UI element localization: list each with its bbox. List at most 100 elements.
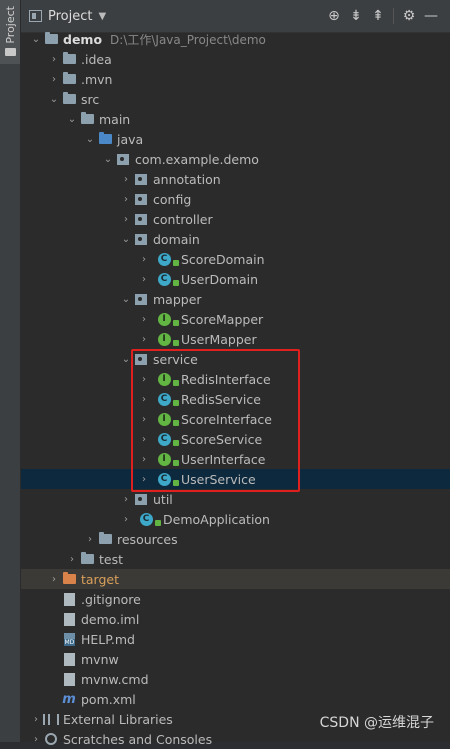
tree-item-label: External Libraries xyxy=(63,711,173,727)
collapsed-chevron-icon[interactable]: › xyxy=(119,194,133,205)
tree-row[interactable]: › C ScoreService xyxy=(21,429,450,449)
tree-row[interactable]: › I UserInterface xyxy=(21,449,450,469)
tree-row[interactable]: ⌄ src xyxy=(21,89,450,109)
tree-row[interactable]: ⌄ service xyxy=(21,349,450,369)
tree-item-label: config xyxy=(153,191,192,207)
tree-row[interactable]: › config xyxy=(21,189,450,209)
tree-row[interactable]: › C ScoreDomain xyxy=(21,249,450,269)
collapsed-chevron-icon[interactable]: › xyxy=(47,574,61,585)
tree-item-label: ScoreService xyxy=(181,431,263,447)
tree-row[interactable]: › util xyxy=(21,489,450,509)
collapsed-chevron-icon[interactable]: › xyxy=(29,734,43,745)
file-icon xyxy=(61,592,77,606)
tree-item-label: UserDomain xyxy=(181,271,258,287)
collapsed-chevron-icon[interactable]: › xyxy=(119,514,133,525)
tree-row[interactable]: m pom.xml xyxy=(21,689,450,709)
collapsed-chevron-icon[interactable]: › xyxy=(65,554,79,565)
file-icon xyxy=(61,652,77,666)
panel-title[interactable]: Project xyxy=(48,9,92,24)
collapsed-chevron-icon[interactable]: › xyxy=(119,214,133,225)
tree-row[interactable]: ⌄ mapper xyxy=(21,289,450,309)
project-panel: Project ▼ ⊕ ⇟ ⇞ ⚙ — ⌄ demo D:\工作\Java_Proj… xyxy=(21,0,450,747)
expanded-chevron-icon[interactable]: ⌄ xyxy=(119,294,133,305)
expanded-chevron-icon[interactable]: ⌄ xyxy=(101,154,115,165)
tree-item-label: ScoreDomain xyxy=(181,251,265,267)
tree-row[interactable]: › C UserService xyxy=(21,469,450,489)
class-icon: C xyxy=(151,272,179,286)
interface-icon: I xyxy=(151,412,179,426)
tree-row[interactable]: ⌄ java xyxy=(21,129,450,149)
project-tool-tab[interactable]: Project xyxy=(0,0,20,64)
collapsed-chevron-icon[interactable]: › xyxy=(137,434,151,445)
tree-row[interactable]: › I ScoreMapper xyxy=(21,309,450,329)
tree-item-label: UserMapper xyxy=(181,331,257,347)
tree-row[interactable]: › C UserDomain xyxy=(21,269,450,289)
tree-item-label: resources xyxy=(117,531,178,547)
tree-row[interactable]: .gitignore xyxy=(21,589,450,609)
collapsed-chevron-icon[interactable]: › xyxy=(137,334,151,345)
tree-row[interactable]: › .mvn xyxy=(21,69,450,89)
expanded-chevron-icon[interactable]: ⌄ xyxy=(29,34,43,45)
collapsed-chevron-icon[interactable]: › xyxy=(83,534,97,545)
excluded-folder-icon xyxy=(61,572,77,586)
markdown-file-icon xyxy=(61,632,77,646)
interface-icon: I xyxy=(151,332,179,346)
tree-item-label: RedisInterface xyxy=(181,371,271,387)
expand-all-icon[interactable]: ⇟ xyxy=(345,8,367,24)
collapsed-chevron-icon[interactable]: › xyxy=(137,254,151,265)
collapsed-chevron-icon[interactable]: › xyxy=(137,414,151,425)
tree-row[interactable]: › I ScoreInterface xyxy=(21,409,450,429)
tree-row[interactable]: › C DemoApplication xyxy=(21,509,450,529)
tree-row[interactable]: ⌄ com.example.demo xyxy=(21,149,450,169)
gear-icon[interactable]: ⚙ xyxy=(398,8,420,24)
collapse-all-icon[interactable]: ⇞ xyxy=(367,8,389,24)
tree-row[interactable]: › I UserMapper xyxy=(21,329,450,349)
tree-row[interactable]: ⌄ main xyxy=(21,109,450,129)
tree-row[interactable]: demo.iml xyxy=(21,609,450,629)
project-view-icon xyxy=(29,10,42,22)
package-icon xyxy=(133,172,149,186)
tree-row[interactable]: ⌄ domain xyxy=(21,229,450,249)
tree-row[interactable]: › controller xyxy=(21,209,450,229)
tree-row[interactable]: › I RedisInterface xyxy=(21,369,450,389)
locate-target-icon[interactable]: ⊕ xyxy=(323,8,345,24)
collapsed-chevron-icon[interactable]: › xyxy=(137,394,151,405)
collapsed-chevron-icon[interactable]: › xyxy=(137,374,151,385)
tree-row[interactable]: mvnw xyxy=(21,649,450,669)
tree-row[interactable]: › target xyxy=(21,569,450,589)
tree-row[interactable]: › Scratches and Consoles xyxy=(21,729,450,749)
minimize-icon[interactable]: — xyxy=(420,8,442,24)
tree-item-label: ScoreMapper xyxy=(181,311,264,327)
header-toolbar: ⊕ ⇟ ⇞ ⚙ — xyxy=(323,8,450,24)
tree-item-label: demo.iml xyxy=(81,611,140,627)
expanded-chevron-icon[interactable]: ⌄ xyxy=(119,354,133,365)
tree-row[interactable]: › .idea xyxy=(21,49,450,69)
tree-item-label: target xyxy=(81,571,120,587)
expanded-chevron-icon[interactable]: ⌄ xyxy=(47,94,61,105)
collapsed-chevron-icon[interactable]: › xyxy=(137,314,151,325)
expanded-chevron-icon[interactable]: ⌄ xyxy=(83,134,97,145)
tree-row[interactable]: ⌄ demo D:\工作\Java_Project\demo xyxy=(21,29,450,49)
folder-icon xyxy=(61,52,77,66)
tree-item-label: test xyxy=(99,551,124,567)
collapsed-chevron-icon[interactable]: › xyxy=(119,174,133,185)
collapsed-chevron-icon[interactable]: › xyxy=(137,454,151,465)
collapsed-chevron-icon[interactable]: › xyxy=(47,54,61,65)
tree-row[interactable]: mvnw.cmd xyxy=(21,669,450,689)
chevron-down-icon[interactable]: ▼ xyxy=(98,11,106,22)
tree-row[interactable]: › resources xyxy=(21,529,450,549)
expanded-chevron-icon[interactable]: ⌄ xyxy=(65,114,79,125)
collapsed-chevron-icon[interactable]: › xyxy=(47,74,61,85)
collapsed-chevron-icon[interactable]: › xyxy=(137,274,151,285)
class-icon: C xyxy=(151,252,179,266)
tree-row[interactable]: › annotation xyxy=(21,169,450,189)
tree-row[interactable]: › C RedisService xyxy=(21,389,450,409)
expanded-chevron-icon[interactable]: ⌄ xyxy=(119,234,133,245)
collapsed-chevron-icon[interactable]: › xyxy=(29,714,43,725)
interface-icon: I xyxy=(151,372,179,386)
tree-row[interactable]: HELP.md xyxy=(21,629,450,649)
collapsed-chevron-icon[interactable]: › xyxy=(137,474,151,485)
collapsed-chevron-icon[interactable]: › xyxy=(119,494,133,505)
tree-row[interactable]: › test xyxy=(21,549,450,569)
tree-item-label: pom.xml xyxy=(81,691,136,707)
